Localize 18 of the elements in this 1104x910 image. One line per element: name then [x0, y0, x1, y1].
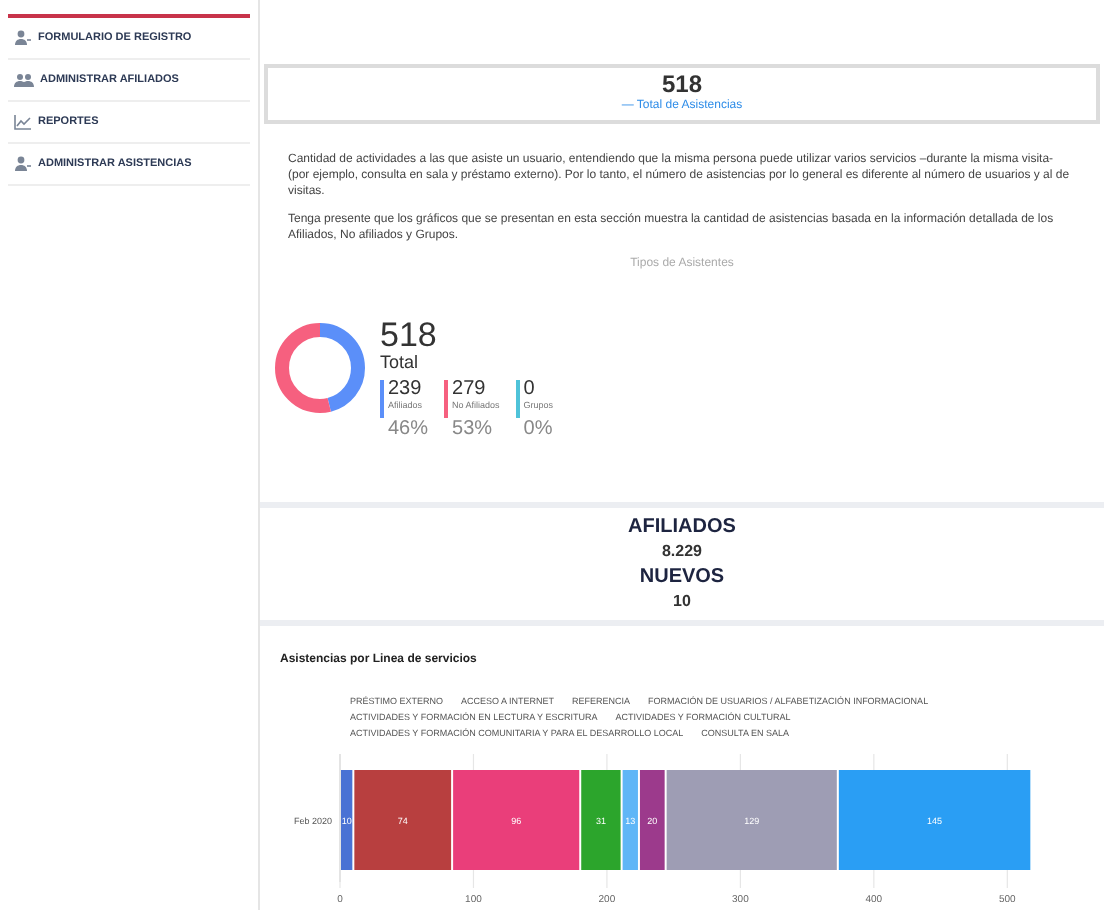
count-title: NUEVOS: [639, 566, 725, 590]
users-icon: [14, 72, 34, 88]
user-icon: [14, 30, 32, 46]
count-title: AFILIADOS: [628, 516, 736, 540]
total-count: 518: [380, 317, 439, 352]
legend-percent: 46%: [386, 417, 429, 440]
legend-value: 0: [523, 379, 537, 400]
user-icon: [14, 156, 32, 172]
count-value: 10: [673, 590, 691, 612]
total-value: 518: [661, 71, 703, 98]
legend-value: 279: [452, 379, 488, 400]
legend-percent: 0%: [521, 417, 554, 440]
line-chart-icon: [14, 114, 32, 130]
donut-chart: [270, 317, 370, 418]
legend-percent: 53%: [450, 417, 495, 440]
count-value: 8.229: [661, 540, 702, 562]
total-caption: Total: [380, 351, 421, 374]
legend-value: 239: [388, 379, 423, 400]
